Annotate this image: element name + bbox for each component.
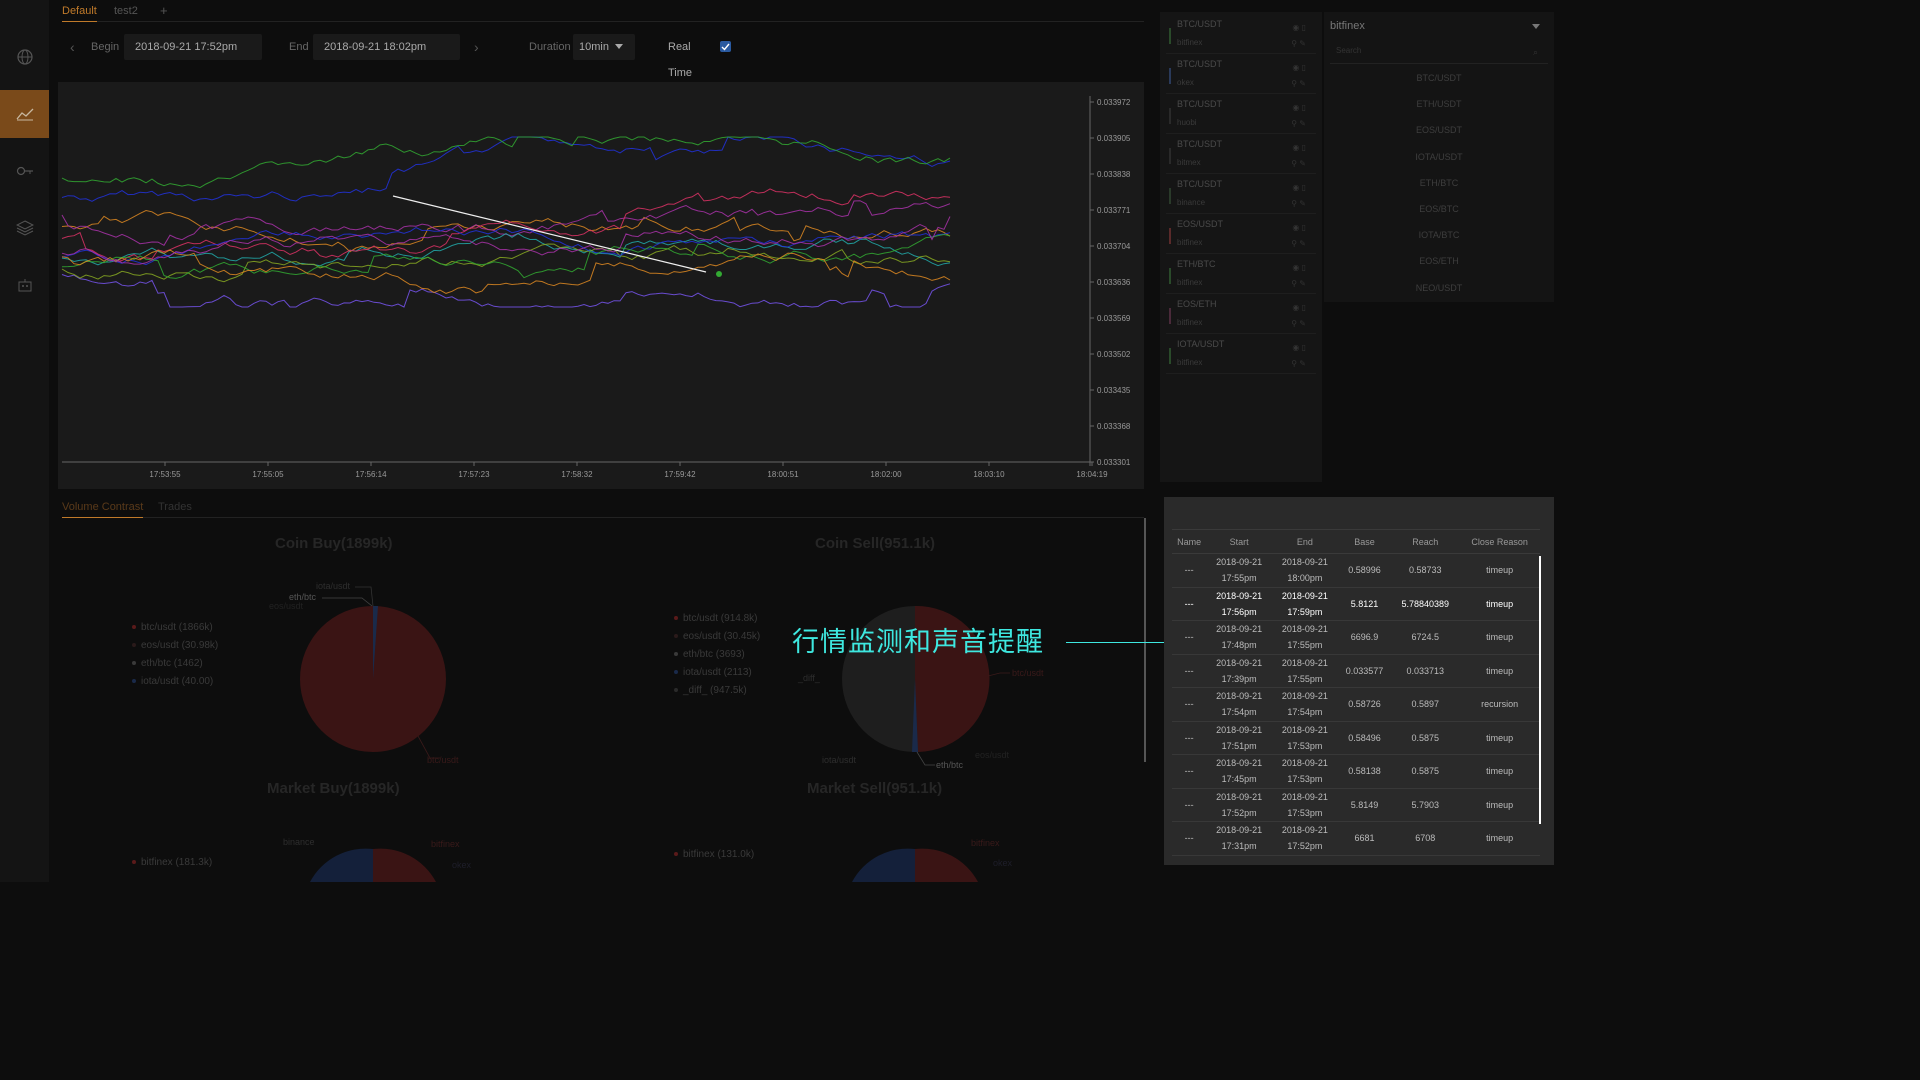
feature-annotation: 行情监测和声音提醒 — [792, 627, 1044, 657]
cell-base: 0.033577 — [1337, 654, 1392, 688]
slice-label-okex: okex — [452, 860, 472, 870]
slice-label-eos: eos/usdt — [269, 601, 304, 611]
cell-base: 5.8149 — [1337, 788, 1392, 822]
cell-end: 2018-09-21 17:54pm — [1272, 687, 1338, 722]
slice-label-bitfinex: bitfinex — [971, 838, 1000, 848]
cell-base: 0.58496 — [1337, 721, 1392, 755]
cell-reach: 6724.5 — [1391, 620, 1460, 655]
cell-start: 2018-09-21 17:48pm — [1206, 620, 1273, 655]
slice-label-okex: okex — [993, 858, 1013, 868]
table-row[interactable]: --- 2018-09-21 17:56pm 2018-09-21 17:59pm 5.8… — [1172, 587, 1540, 621]
leader-line — [916, 751, 935, 766]
cell-close-reason: timeup — [1459, 620, 1540, 655]
volume-scrollbar[interactable] — [1144, 518, 1146, 762]
slice-label-eos: eos/usdt — [975, 750, 1010, 760]
cell-name: --- — [1172, 587, 1207, 621]
cell-end: 2018-09-21 17:53pm — [1272, 788, 1338, 822]
cell-start: 2018-09-21 17:52pm — [1206, 788, 1273, 822]
cell-reach: 5.7903 — [1391, 788, 1460, 822]
cell-end: 2018-09-21 17:53pm — [1272, 754, 1338, 789]
table-row[interactable]: --- 2018-09-21 17:39pm 2018-09-21 17:55pm 0.0… — [1172, 654, 1540, 688]
col-header-end: End — [1272, 529, 1338, 554]
table-row[interactable]: --- 2018-09-21 17:52pm 2018-09-21 17:53pm 5.8… — [1172, 788, 1540, 822]
cell-start: 2018-09-21 17:31pm — [1206, 821, 1273, 856]
cell-name: --- — [1172, 654, 1207, 688]
table-row[interactable]: --- 2018-09-21 17:45pm 2018-09-21 17:53pm 0.5… — [1172, 754, 1540, 789]
cell-close-reason: timeup — [1459, 821, 1540, 856]
alert-history-modal: Name Start End Base Reach Close Reason -… — [1164, 497, 1554, 865]
slice-label-eth: eth/btc — [936, 760, 964, 770]
cell-name: --- — [1172, 754, 1207, 789]
cell-end: 2018-09-21 17:55pm — [1272, 620, 1338, 655]
cell-start: 2018-09-21 17:39pm — [1206, 654, 1273, 688]
cell-start: 2018-09-21 17:55pm — [1206, 553, 1273, 588]
slice-label-diff: _diff_ — [798, 673, 820, 683]
cell-close-reason: timeup — [1459, 721, 1540, 755]
table-row[interactable]: --- 2018-09-21 17:51pm 2018-09-21 17:53pm 0.5… — [1172, 721, 1540, 755]
col-header-base: Base — [1337, 529, 1392, 554]
market-buy-pie-binance-slice[interactable] — [310, 848, 373, 882]
modal-scrollbar[interactable] — [1539, 556, 1541, 824]
cell-close-reason: timeup — [1459, 553, 1540, 588]
cell-reach: 0.5875 — [1391, 754, 1460, 789]
slice-label-bitfinex: bitfinex — [431, 839, 460, 849]
cell-name: --- — [1172, 553, 1207, 588]
cell-reach: 0.58733 — [1391, 553, 1460, 588]
market-buy-pie-bitfinex-slice[interactable] — [373, 848, 436, 882]
table-row[interactable]: --- 2018-09-21 17:48pm 2018-09-21 17:55pm 669… — [1172, 620, 1540, 655]
alert-history-table: Name Start End Base Reach Close Reason -… — [1172, 529, 1540, 856]
col-header-start: Start — [1206, 529, 1273, 554]
cell-reach: 0.5875 — [1391, 721, 1460, 755]
cell-end: 2018-09-21 18:00pm — [1272, 553, 1338, 588]
col-header-reach: Reach — [1391, 529, 1460, 554]
slice-label-iota: iota/usdt — [822, 755, 857, 765]
cell-reach: 5.78840389 — [1391, 587, 1460, 621]
slice-label-btc: btc/usdt — [1012, 668, 1044, 678]
cell-base: 0.58138 — [1337, 754, 1392, 789]
cell-base: 0.58996 — [1337, 553, 1392, 588]
cell-name: --- — [1172, 788, 1207, 822]
market-sell-pie-bitfinex-slice[interactable] — [915, 848, 978, 882]
cell-reach: 0.033713 — [1391, 654, 1460, 688]
col-header-close-reason: Close Reason — [1459, 529, 1540, 554]
cell-close-reason: timeup — [1459, 587, 1540, 621]
leader-line — [355, 586, 374, 607]
cell-base: 6681 — [1337, 821, 1392, 856]
cell-end: 2018-09-21 17:53pm — [1272, 721, 1338, 755]
slice-label-btc: btc/usdt — [427, 755, 459, 765]
cell-base: 6696.9 — [1337, 620, 1392, 655]
cell-reach: 0.5897 — [1391, 687, 1460, 722]
leader-line — [322, 597, 373, 607]
cell-close-reason: recursion — [1459, 687, 1540, 722]
cell-reach: 6708 — [1391, 821, 1460, 856]
leader-line — [987, 672, 1010, 677]
cell-close-reason: timeup — [1459, 654, 1540, 688]
slice-label-iota: iota/usdt — [316, 581, 351, 591]
table-row[interactable]: --- 2018-09-21 17:31pm 2018-09-21 17:52pm 668… — [1172, 821, 1540, 856]
cell-start: 2018-09-21 17:54pm — [1206, 687, 1273, 722]
cell-base: 5.8121 — [1337, 587, 1392, 621]
cell-start: 2018-09-21 17:45pm — [1206, 754, 1273, 789]
annotation-connector — [1066, 642, 1170, 643]
cell-close-reason: timeup — [1459, 788, 1540, 822]
cell-name: --- — [1172, 687, 1207, 722]
table-row[interactable]: --- 2018-09-21 17:54pm 2018-09-21 17:54pm 0.5… — [1172, 687, 1540, 722]
col-header-name: Name — [1172, 529, 1207, 554]
cell-end: 2018-09-21 17:55pm — [1272, 654, 1338, 688]
cell-end: 2018-09-21 17:52pm — [1272, 821, 1338, 856]
cell-start: 2018-09-21 17:56pm — [1206, 587, 1273, 621]
cell-end: 2018-09-21 17:59pm — [1272, 587, 1338, 621]
cell-close-reason: timeup — [1459, 754, 1540, 789]
cell-name: --- — [1172, 821, 1207, 856]
market-sell-pie-okex-slice[interactable] — [852, 848, 915, 882]
slice-label-binance: binance — [283, 837, 315, 847]
cell-start: 2018-09-21 17:51pm — [1206, 721, 1273, 755]
table-row[interactable]: --- 2018-09-21 17:55pm 2018-09-21 18:00pm 0.5… — [1172, 553, 1540, 588]
cell-name: --- — [1172, 620, 1207, 655]
cell-base: 0.58726 — [1337, 687, 1392, 722]
cell-name: --- — [1172, 721, 1207, 755]
